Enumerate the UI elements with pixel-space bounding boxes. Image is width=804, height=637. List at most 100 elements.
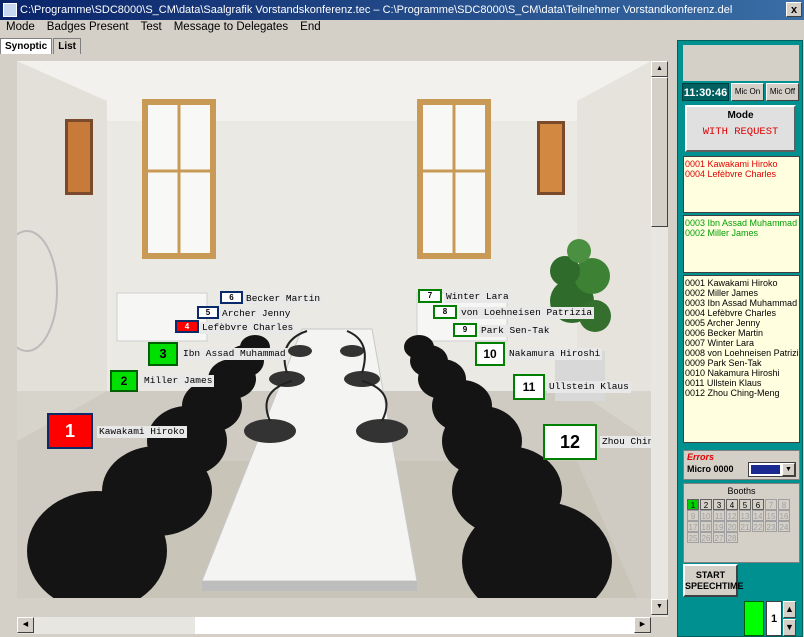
list-item[interactable]: 0001 Kawakami Hiroko [685,278,798,288]
title-bar: C:\Programme\SDC8000\S_CM\data\Saalgrafi… [0,0,804,20]
chevron-down-icon[interactable]: ▼ [782,463,795,476]
list-item[interactable]: 0001 Kawakami Hiroko [685,159,798,169]
vertical-scrollbar[interactable]: ▲ ▼ [651,61,668,617]
list-item[interactable]: 0009 Park Sen-Tak [685,358,798,368]
list-item[interactable]: 0010 Nakamura Hiroshi [685,368,798,378]
booth-cell[interactable]: 1 [687,499,699,510]
list-item[interactable]: 0005 Archer Jenny [685,318,798,328]
horizontal-scrollbar[interactable]: ◀ ▶ [17,617,651,634]
delegates-list[interactable]: 0001 Kawakami Hiroko 0002 Miller James 0… [683,275,800,443]
booth-cell: 8 [778,499,790,510]
seat-6-name: Becker Martin [244,293,323,305]
booth-cell: 18 [700,521,712,532]
room-illustration [17,61,651,598]
seat-4[interactable]: 4 [175,320,199,333]
menu-test[interactable]: Test [135,20,168,33]
list-item[interactable]: 0004 Lefèbvre Charles [685,308,798,318]
list-item[interactable]: 0002 Miller James [685,288,798,298]
window-title: C:\Programme\SDC8000\S_CM\data\Saalgrafi… [20,4,733,16]
booth-cell[interactable]: 5 [739,499,751,510]
list-item[interactable]: 0004 Lefèbvre Charles [685,169,798,179]
panel-header [683,45,799,81]
booth-cell: 17 [687,521,699,532]
list-item[interactable]: 0006 Becker Martin [685,328,798,338]
view-tabs: Synoptic List [0,38,82,54]
seat-1-name: Kawakami Hiroko [97,426,187,438]
booth-cell: 12 [726,510,738,521]
seat-3-name: Ibn Assad Muhammad [181,348,288,360]
booth-cell: 14 [752,510,764,521]
seat-9-name: Park Sen-Tak [479,325,552,337]
menu-badges-present[interactable]: Badges Present [41,20,135,33]
list-item[interactable]: 0007 Winter Lara [685,338,798,348]
seat-10[interactable]: 10 [475,342,505,366]
booth-cell: 23 [765,521,777,532]
seat-4-name: Lefèbvre Charles [200,322,296,334]
seat-6[interactable]: 6 [220,291,243,304]
speakers-list[interactable]: 0001 Kawakami Hiroko 0004 Lefèbvre Charl… [683,156,800,213]
list-item[interactable]: 0002 Miller James [685,228,798,238]
booth-cell: 26 [700,532,712,543]
list-item[interactable]: 0012 Zhou Ching-Meng [685,388,798,398]
seat-12-name: Zhou Chin [600,436,651,448]
menu-bar: Mode Badges Present Test Message to Dele… [0,20,804,37]
scroll-right-arrow-icon[interactable]: ▶ [634,617,651,633]
vertical-scroll-thumb[interactable] [651,77,668,227]
seat-9[interactable]: 9 [453,323,477,337]
synoptic-view: 1 Kawakami Hiroko 2 Miller James 3 Ibn A… [17,61,651,598]
list-item[interactable]: 0003 Ibn Assad Muhammad [685,218,798,228]
booth-cell: 22 [752,521,764,532]
list-item[interactable]: 0003 Ibn Assad Muhammad [685,298,798,308]
seat-5-name: Archer Jenny [220,308,293,320]
list-item[interactable]: 0011 Ullstein Klaus [685,378,798,388]
booth-cell: 19 [713,521,725,532]
menu-message-to-delegates[interactable]: Message to Delegates [168,20,294,33]
seat-8[interactable]: 8 [433,305,457,319]
errors-value: Micro 0000 [687,464,734,474]
booth-cell[interactable]: 3 [713,499,725,510]
app-icon [3,3,17,17]
page-selector: 1 ▲ ▼ [744,601,796,636]
booth-cell: 28 [726,532,738,543]
scroll-up-arrow-icon[interactable]: ▲ [651,61,668,77]
seat-11[interactable]: 11 [513,374,545,400]
booth-cell[interactable]: 2 [700,499,712,510]
seat-3[interactable]: 3 [148,342,178,366]
seat-5[interactable]: 5 [197,306,219,319]
errors-box: Errors Micro 0000 ▼ [683,450,800,480]
seat-12[interactable]: 12 [543,424,597,460]
seat-7-name: Winter Lara [444,291,511,303]
scroll-left-arrow-icon[interactable]: ◀ [17,617,34,633]
page-down-arrow-icon[interactable]: ▼ [783,619,796,636]
booth-cell[interactable]: 4 [726,499,738,510]
scroll-down-arrow-icon[interactable]: ▼ [651,599,668,615]
seat-11-name: Ullstein Klaus [547,381,631,393]
menu-mode[interactable]: Mode [0,20,41,33]
mic-on-button[interactable]: Mic On [731,83,764,101]
mic-off-button[interactable]: Mic Off [766,83,799,101]
clock-row: 11:30:46 Mic On Mic Off [682,83,800,101]
seat-10-name: Nakamura Hiroshi [507,348,603,360]
booth-grid: 1 2 3 4 5 6 7 8 9 10 11 12 13 14 15 16 17 18 19 20 21 22 23 24 2… [687,499,798,543]
booth-cell: 13 [739,510,751,521]
color-swatch [751,465,780,474]
requests-list[interactable]: 0003 Ibn Assad Muhammad 0002 Miller Jame… [683,215,800,273]
seat-2-name: Miller James [142,375,215,387]
control-panel: 11:30:46 Mic On Mic Off Mode WITH REQUES… [677,40,803,637]
seat-7[interactable]: 7 [418,289,442,303]
mode-button[interactable]: Mode WITH REQUEST [685,105,796,152]
booths-box: Booths 1 2 3 4 5 6 7 8 9 10 11 12 13 14 15 16 17 18 19 20 21… [683,483,800,563]
seat-1[interactable]: 1 [47,413,93,449]
page-up-arrow-icon[interactable]: ▲ [783,601,796,618]
tab-list[interactable]: List [53,38,82,54]
close-button[interactable]: x [786,2,802,17]
mode-value: WITH REQUEST [702,126,779,138]
tab-synoptic[interactable]: Synoptic [0,38,53,54]
errors-dropdown[interactable]: ▼ [748,462,796,477]
seat-2[interactable]: 2 [110,370,138,392]
booth-cell[interactable]: 6 [752,499,764,510]
list-item[interactable]: 0008 von Loehneisen Patrizia [685,348,799,358]
menu-end[interactable]: End [294,20,326,33]
booth-cell: 11 [713,510,725,521]
start-speechtime-button[interactable]: START SPEECHTIME [683,564,744,597]
